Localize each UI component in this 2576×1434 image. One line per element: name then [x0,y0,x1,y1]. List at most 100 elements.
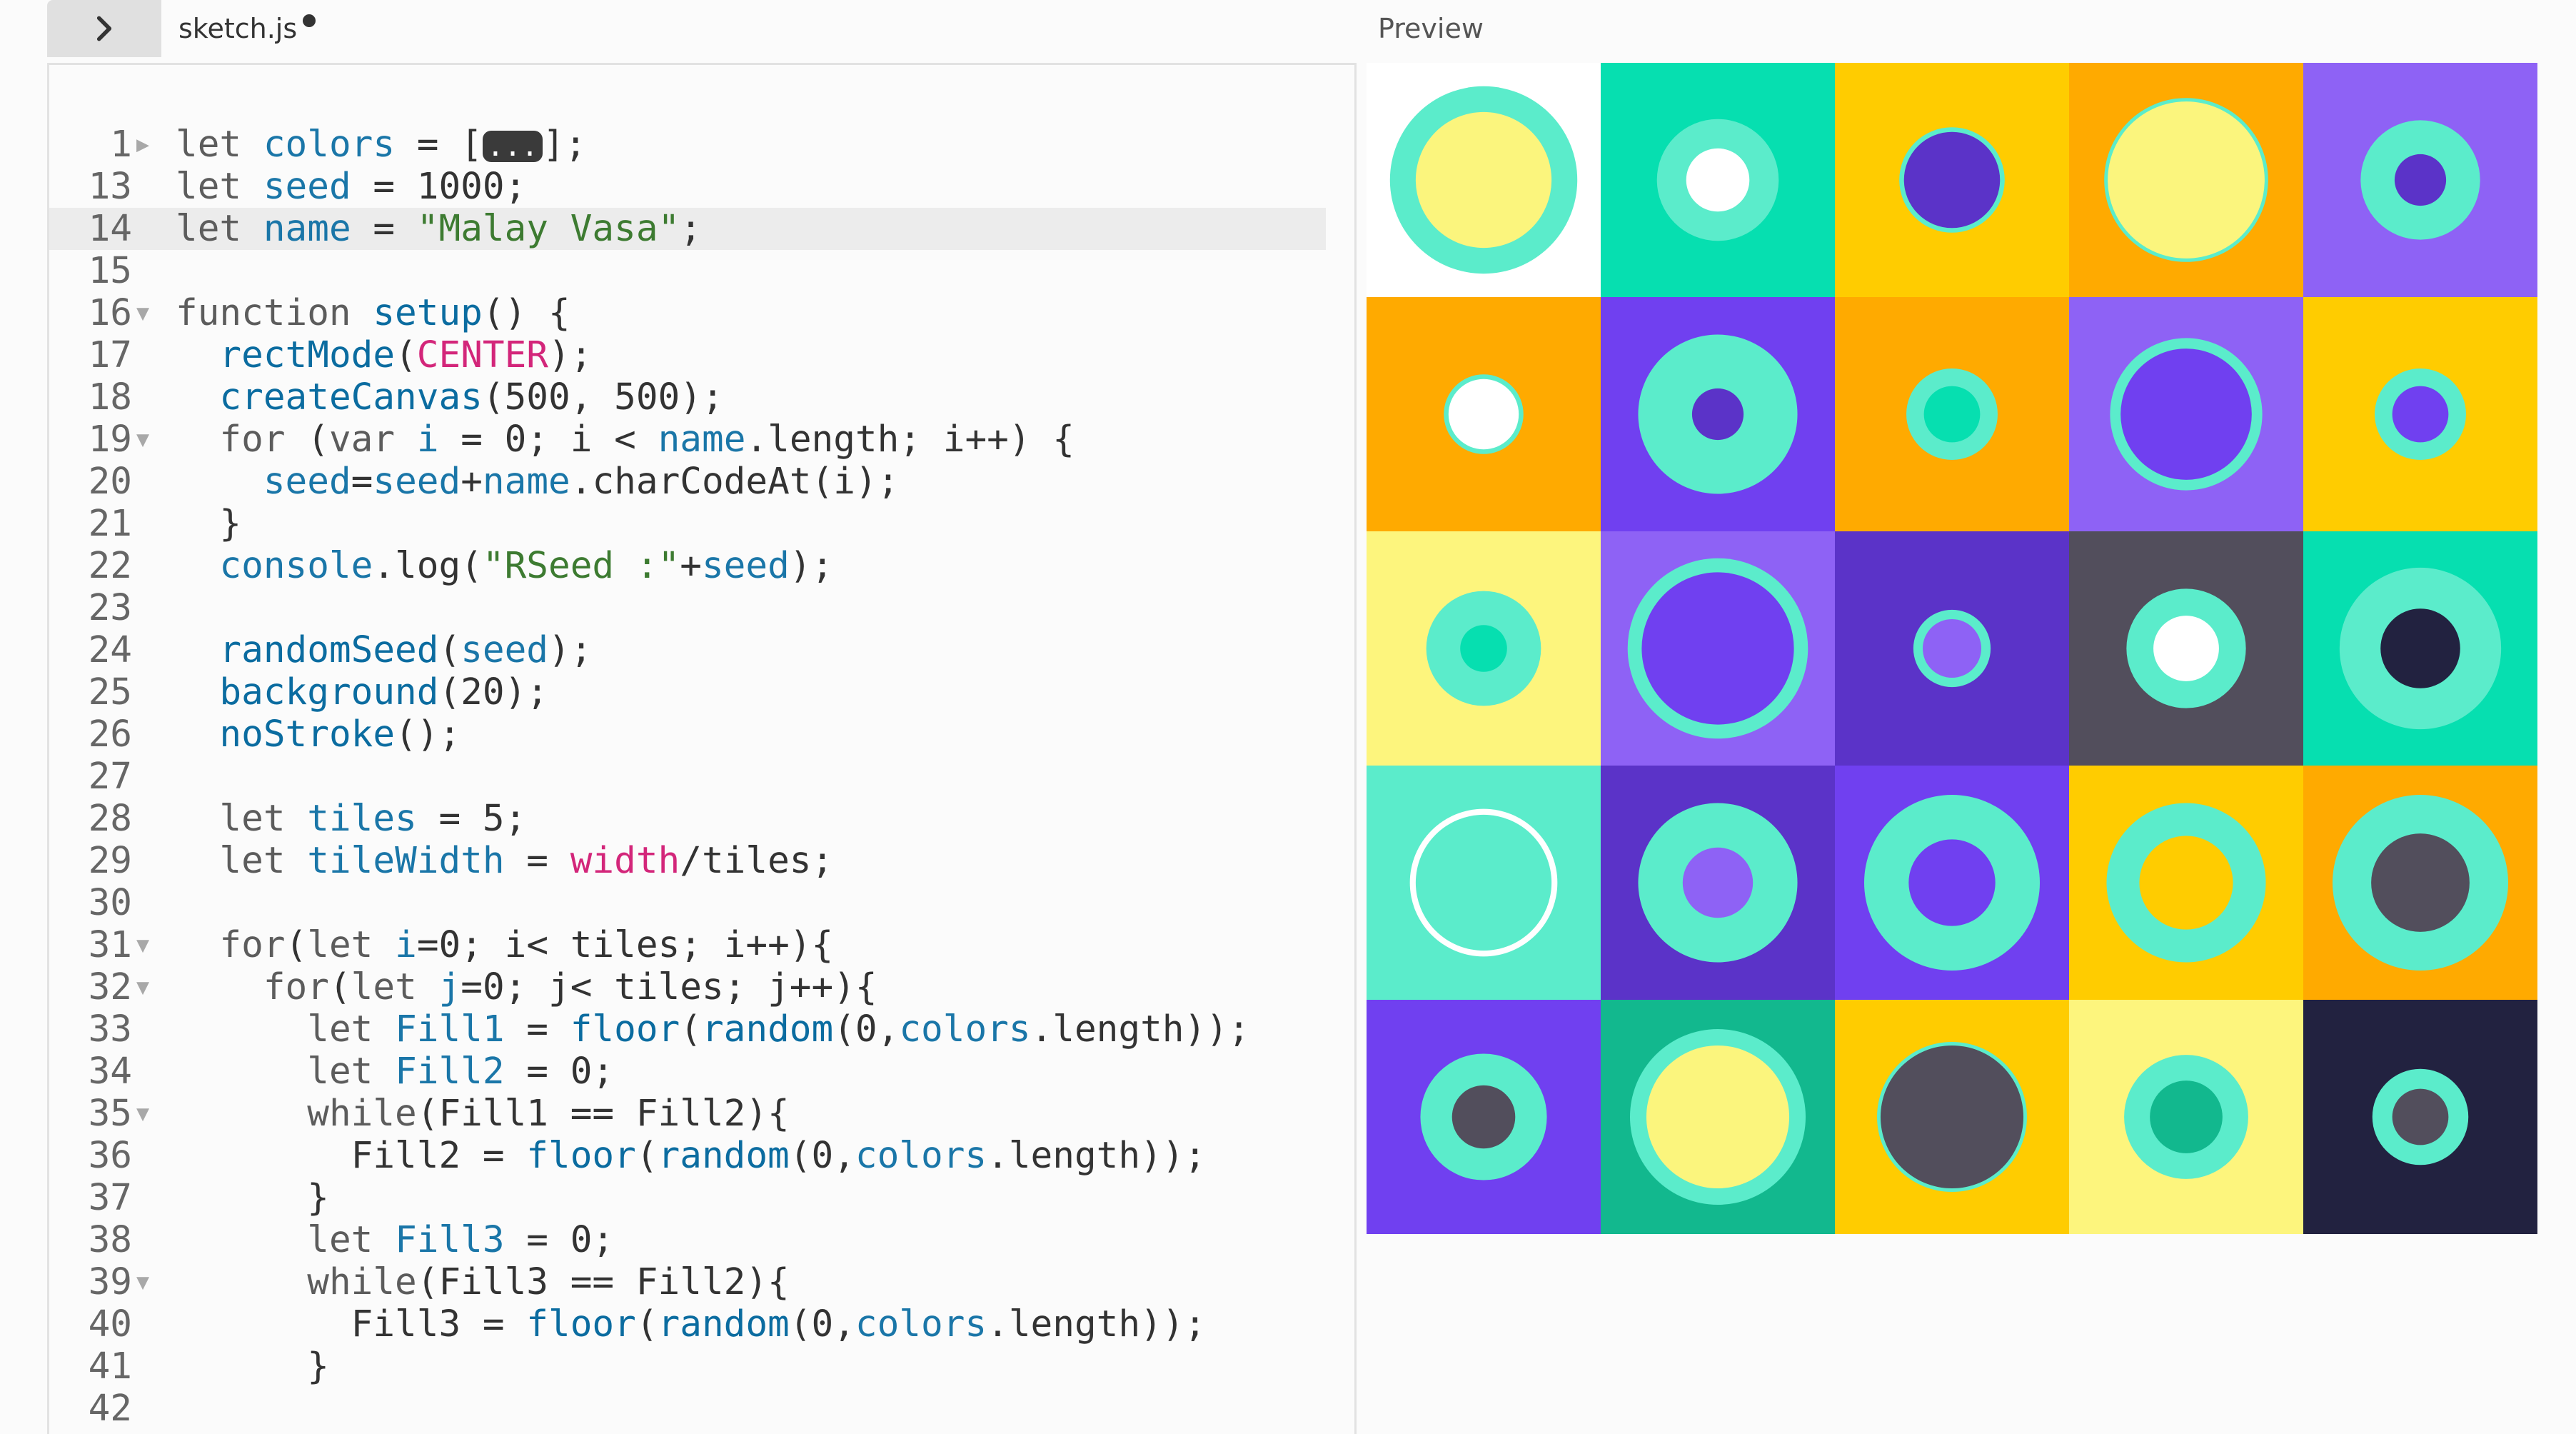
code-token: let [351,966,417,1008]
code-line[interactable]: 40 Fill3 = floor(random(0,colors.length)… [49,1303,1326,1345]
code-editor[interactable]: 1 ▶ let colors = [...]; 13 let seed = 1000; 1… [47,63,1357,1434]
code-line[interactable]: 39 ▼ while(Fill3 == Fill2){ [49,1261,1326,1303]
code-line[interactable]: 22 console.log("RSeed :"+seed); [49,545,1326,587]
code-token: i [395,924,417,966]
code-line[interactable]: 16 ▼ function setup() { [49,292,1326,334]
code-line[interactable]: 15 [49,250,1326,292]
code-token: let [176,124,263,166]
code-token: colors [855,1135,987,1177]
code-token: let [219,798,308,840]
code-line[interactable]: 35 ▼ while(Fill1 == Fill2){ [49,1093,1326,1135]
code-token: Fill1 [395,1008,505,1051]
code-line[interactable]: 36 Fill2 = floor(random(0,colors.length)… [49,1135,1326,1177]
code-line[interactable]: 29 let tileWidth = width/tiles; [49,840,1326,882]
code-token: (0, [789,1135,855,1177]
code-text: createCanvas(500, 500); [176,376,723,418]
code-line[interactable]: 23 [49,587,1326,629]
code-line[interactable]: 31 ▼ for(let i=0; i< tiles; i++){ [49,924,1326,966]
line-number: 27 [88,756,132,798]
code-line[interactable]: 41 } [49,1345,1326,1388]
code-token: colors [899,1008,1031,1051]
code-line[interactable]: 13 let seed = 1000; [49,166,1326,208]
line-number: 42 [88,1388,132,1430]
code-token: () { [482,292,570,334]
line-number: 31 [88,924,132,966]
code-text: rectMode(CENTER); [176,334,592,376]
code-line[interactable]: 27 [49,756,1326,798]
line-number: 29 [88,840,132,882]
code-token: while [307,1261,417,1303]
fold-collapse-icon[interactable]: ▼ [136,1093,159,1135]
line-number: 33 [88,1008,132,1051]
code-token: while [307,1093,417,1135]
code-text: } [176,1345,329,1388]
line-number: 38 [88,1219,132,1261]
code-token: (Fill1 == Fill2){ [416,1093,790,1135]
code-token: createCanvas [219,376,483,418]
code-line[interactable]: 34 let Fill2 = 0; [49,1051,1326,1093]
tile-inner-circle [1451,1085,1516,1149]
code-token: (0, [789,1303,855,1345]
code-line[interactable]: 33 let Fill1 = floor(random(0,colors.len… [49,1008,1326,1051]
code-token: "RSeed :" [482,545,680,587]
code-text: function setup() { [176,292,570,334]
line-number: 28 [88,798,132,840]
line-number: 40 [88,1303,132,1345]
code-text: let tiles = 5; [176,798,526,840]
code-line[interactable]: 18 createCanvas(500, 500); [49,376,1326,418]
tile-inner-circle [1923,619,1981,678]
code-text: let tileWidth = width/tiles; [176,840,833,882]
code-token: = 1000; [351,166,527,208]
code-token: } [176,1345,329,1388]
code-line[interactable]: 24 randomSeed(seed); [49,629,1326,671]
code-line[interactable]: 20 seed=seed+name.charCodeAt(i); [49,461,1326,503]
code-line[interactable]: 42 [49,1388,1326,1430]
tile-inner-circle [2394,154,2447,206]
folded-code-pill[interactable]: ... [482,131,543,162]
code-line[interactable]: 37 } [49,1177,1326,1219]
line-number: 16 [88,292,132,334]
code-line[interactable]: 30 [49,882,1326,924]
code-token: for [263,966,329,1008]
code-token: width [570,840,680,882]
fold-collapse-icon[interactable]: ▼ [136,1261,159,1303]
code-line[interactable]: 25 background(20); [49,671,1326,713]
code-token: =0; i< tiles; i++){ [416,924,834,966]
code-token: seed [263,166,351,208]
code-line[interactable]: 28 let tiles = 5; [49,798,1326,840]
code-line[interactable]: 38 let Fill3 = 0; [49,1219,1326,1261]
code-token: .log( [373,545,483,587]
code-line[interactable]: 1 ▶ let colors = [...]; [49,124,1326,166]
code-line[interactable]: 19 ▼ for (var i = 0; i < name.length; i++… [49,418,1326,461]
code-token: seed [263,461,351,503]
tile-inner-circle [2153,616,2219,681]
code-token: ; [680,208,702,250]
tile-inner-circle [1686,148,1750,212]
fold-collapse-icon[interactable]: ▼ [136,418,159,461]
code-token: + [461,461,483,503]
fold-collapse-icon[interactable]: ▼ [136,924,159,966]
fold-expand-icon[interactable]: ▶ [136,124,159,166]
code-line[interactable]: 21 } [49,503,1326,545]
code-line[interactable]: 17 rectMode(CENTER); [49,334,1326,376]
line-number: 24 [88,629,132,671]
code-token: console [219,545,373,587]
code-token: let [176,208,263,250]
fold-collapse-icon[interactable]: ▼ [136,292,159,334]
fold-collapse-icon[interactable]: ▼ [136,966,159,1008]
code-line[interactable]: 14 let name = "Malay Vasa"; [49,208,1326,250]
toggle-sidebar-button[interactable] [47,0,161,57]
code-token: rectMode [219,334,396,376]
code-line[interactable]: 32 ▼ for(let j=0; j< tiles; j++){ [49,966,1326,1008]
line-number: 15 [88,250,132,292]
code-line[interactable]: 26 noStroke(); [49,713,1326,756]
code-token: ( [395,334,417,376]
file-name[interactable]: sketch.js [178,10,297,47]
